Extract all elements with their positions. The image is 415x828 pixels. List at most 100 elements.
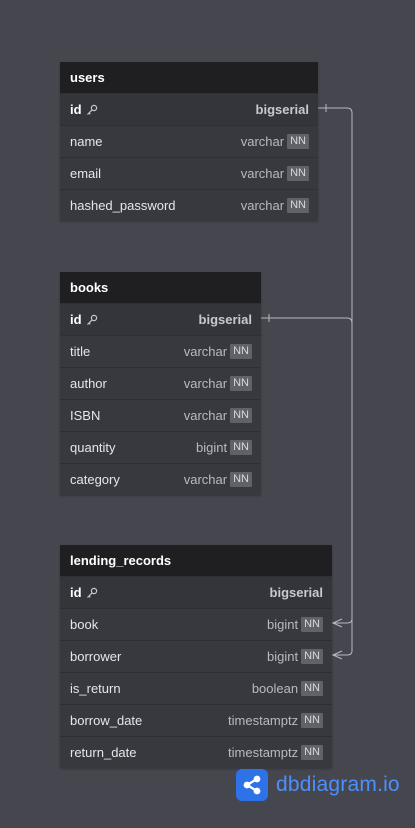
column-type: timestamptz [228,713,299,728]
column-left: email [70,166,101,181]
column-name: quantity [70,440,116,455]
not-null-badge: NN [230,344,252,359]
column-type: timestamptz [228,745,299,760]
key-icon [86,314,98,326]
column-right: varchar NN [241,198,309,213]
column-type: bigint [196,440,228,455]
column-left: ISBN [70,408,100,423]
not-null-badge: NN [301,745,323,760]
column-left: hashed_password [70,198,176,213]
column-name: is_return [70,681,121,696]
column-name: borrower [70,649,122,664]
column-right: timestamptz NN [228,713,323,728]
column-type: varchar [240,166,285,181]
column-name: name [70,134,103,149]
column-row-name[interactable]: name varchar NN [60,125,318,157]
column-row-quantity[interactable]: quantity bigint NN [60,431,261,463]
table-users[interactable]: users id bigserial name varchar NN email varch… [60,62,318,221]
column-right: bigserial [199,312,252,327]
column-row-is-return[interactable]: is_return boolean NN [60,672,332,704]
column-type: bigserial [269,585,323,600]
column-row-book[interactable]: book bigint NN [60,608,332,640]
not-null-badge: NN [230,408,252,423]
column-type: varchar [183,408,228,423]
column-left: return_date [70,745,137,760]
table-header-users[interactable]: users [60,62,318,93]
column-name: category [70,472,120,487]
dbdiagram-brand[interactable]: dbdiagram.io [236,769,400,801]
column-left: name [70,134,103,149]
column-left: category [70,472,120,487]
not-null-badge: NN [301,617,323,632]
column-left: title [70,344,90,359]
column-row-id[interactable]: id bigserial [60,576,332,608]
column-type: bigserial [255,102,309,117]
table-lending-records[interactable]: lending_records id bigserial book bigint NN b… [60,545,332,768]
column-name: title [70,344,91,359]
not-null-badge: NN [230,376,252,391]
column-right: bigserial [270,585,323,600]
column-name: ISBN [70,408,101,423]
share-nodes-icon [236,769,268,801]
column-right: bigint NN [267,617,323,632]
column-type: varchar [240,198,285,213]
column-right: varchar NN [184,408,252,423]
table-header-lending-records[interactable]: lending_records [60,545,332,576]
column-row-email[interactable]: email varchar NN [60,157,318,189]
column-right: bigint NN [196,440,252,455]
column-name: hashed_password [70,198,176,213]
column-type: varchar [183,344,228,359]
column-right: varchar NN [184,344,252,359]
column-row-id[interactable]: id bigserial [60,93,318,125]
column-right: varchar NN [241,166,309,181]
column-row-id[interactable]: id bigserial [60,303,261,335]
not-null-badge: NN [287,134,309,149]
column-name: borrow_date [70,713,143,728]
column-left: book [70,617,98,632]
column-type: bigint [267,649,299,664]
column-name: id [70,312,82,327]
column-right: varchar NN [184,376,252,391]
column-type: varchar [183,472,228,487]
column-right: bigint NN [267,649,323,664]
column-type: varchar [240,134,285,149]
column-row-title[interactable]: title varchar NN [60,335,261,367]
column-right: bigserial [256,102,309,117]
column-row-hashed-password[interactable]: hashed_password varchar NN [60,189,318,221]
column-row-borrower[interactable]: borrower bigint NN [60,640,332,672]
column-left: id [70,102,98,117]
column-type: boolean [251,681,299,696]
column-name: return_date [70,745,137,760]
column-left: is_return [70,681,121,696]
column-left: borrower [70,649,121,664]
column-row-borrow-date[interactable]: borrow_date timestamptz NN [60,704,332,736]
table-books[interactable]: books id bigserial title varchar NN author var… [60,272,261,495]
column-right: timestamptz NN [228,745,323,760]
column-right: boolean NN [252,681,323,696]
table-header-books[interactable]: books [60,272,261,303]
column-left: id [70,312,98,327]
not-null-badge: NN [287,166,309,181]
column-left: borrow_date [70,713,142,728]
column-row-return-date[interactable]: return_date timestamptz NN [60,736,332,768]
not-null-badge: NN [301,649,323,664]
not-null-badge: NN [230,440,252,455]
column-row-isbn[interactable]: ISBN varchar NN [60,399,261,431]
key-icon [86,587,98,599]
key-icon [86,104,98,116]
column-left: quantity [70,440,116,455]
column-name: id [70,585,82,600]
column-right: varchar NN [241,134,309,149]
not-null-badge: NN [230,472,252,487]
column-name: author [70,376,107,391]
column-name: book [70,617,99,632]
column-row-category[interactable]: category varchar NN [60,463,261,495]
brand-name: dbdiagram.io [276,773,400,796]
column-left: id [70,585,98,600]
column-left: author [70,376,107,391]
column-type: varchar [183,376,228,391]
column-right: varchar NN [184,472,252,487]
column-name: id [70,102,82,117]
column-type: bigserial [198,312,252,327]
column-row-author[interactable]: author varchar NN [60,367,261,399]
